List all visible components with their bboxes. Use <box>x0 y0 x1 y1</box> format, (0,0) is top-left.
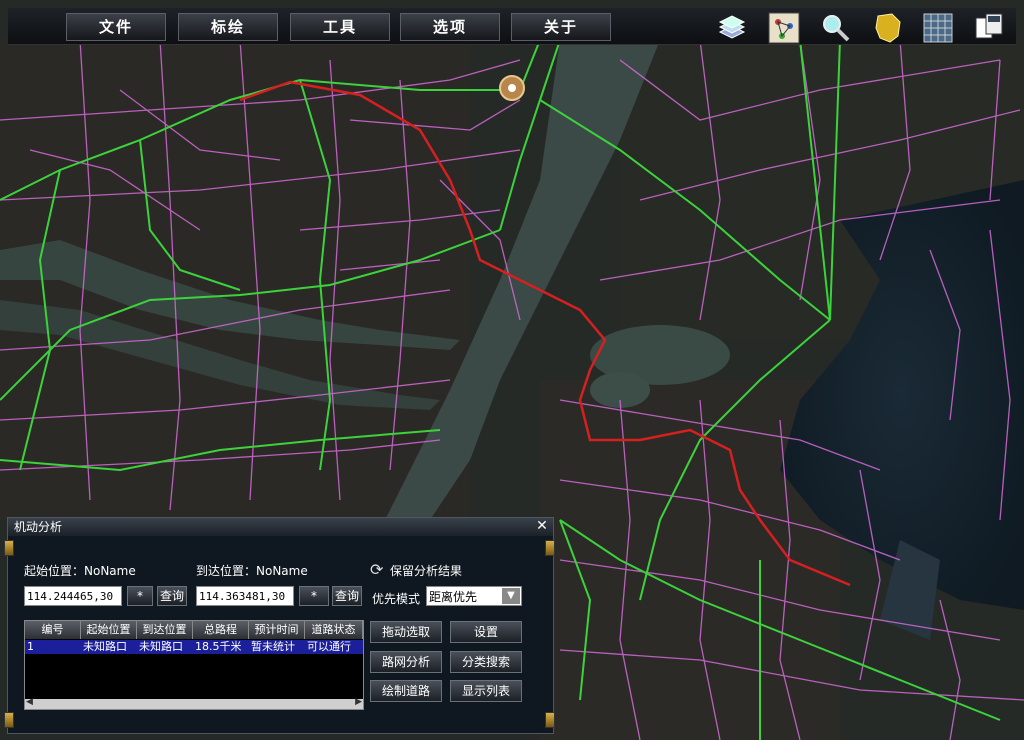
show-list-button[interactable]: 显示列表 <box>450 680 522 702</box>
priority-value: 距离优先 <box>429 590 478 604</box>
pin-icon <box>4 712 14 728</box>
grid-icon[interactable] <box>922 12 954 44</box>
settings-button[interactable]: 设置 <box>450 621 522 643</box>
end-query-button[interactable]: 查询 <box>332 586 362 606</box>
table-cell: 未知路口 <box>83 640 127 653</box>
scroll-right-icon[interactable]: ▶ <box>355 697 362 707</box>
column-header[interactable]: 到达位置 <box>137 621 193 639</box>
column-header[interactable]: 编号 <box>25 621 81 639</box>
menu-file[interactable]: 文件 <box>66 13 166 41</box>
table-cell: 可以通行 <box>307 640 351 653</box>
column-header[interactable]: 总路程 <box>193 621 249 639</box>
category-search-button[interactable]: 分类搜索 <box>450 651 522 673</box>
drag-select-button[interactable]: 拖动选取 <box>370 621 442 643</box>
menu-tools[interactable]: 工具 <box>290 13 390 41</box>
priority-label: 优先模式 <box>372 592 421 606</box>
table-cell: 暂未统计 <box>251 640 295 653</box>
draw-road-button[interactable]: 绘制道路 <box>370 680 442 702</box>
column-header[interactable]: 预计时间 <box>249 621 305 639</box>
keep-result-checkbox[interactable]: 保留分析结果 <box>390 562 462 579</box>
panel-title: 机动分析 <box>8 518 553 536</box>
column-header[interactable]: 起始位置 <box>81 621 137 639</box>
gold-map-icon[interactable] <box>872 12 904 44</box>
pin-icon <box>545 540 555 556</box>
result-table[interactable]: 编号 起始位置 到达位置 总路程 预计时间 道路状态 1 未知路口 未知路口 1… <box>24 620 364 710</box>
top-toolbar: 文件 标绘 工具 选项 关于 <box>8 8 1016 45</box>
analysis-panel: 机动分析 ✕ 起始位置：NoName 到达位置：NoName 114.24446… <box>4 517 555 734</box>
end-coord-input[interactable]: 114.363481,30 <box>196 586 294 606</box>
start-pick-button[interactable]: * <box>127 586 153 606</box>
start-coord-input[interactable]: 114.244465,30 <box>24 586 122 606</box>
menu-options[interactable]: 选项 <box>400 13 500 41</box>
column-header[interactable]: 道路状态 <box>305 621 363 639</box>
refresh-icon: ⟳ <box>370 560 384 579</box>
end-pick-button[interactable]: * <box>299 586 329 606</box>
magnifier-icon[interactable] <box>820 12 852 44</box>
network-icon[interactable] <box>768 12 800 44</box>
menu-about[interactable]: 关于 <box>511 13 611 41</box>
layers-icon[interactable] <box>716 12 748 44</box>
menu-plot[interactable]: 标绘 <box>178 13 278 41</box>
windows-icon[interactable] <box>974 12 1006 44</box>
pin-icon <box>545 712 555 728</box>
chevron-down-icon[interactable]: ▼ <box>502 588 520 604</box>
close-icon[interactable]: ✕ <box>535 519 549 533</box>
pin-icon <box>4 540 14 556</box>
scroll-left-icon[interactable]: ◀ <box>26 697 33 707</box>
table-cell: 未知路口 <box>139 640 183 653</box>
table-cell: 18.5千米 <box>195 640 242 653</box>
start-query-button[interactable]: 查询 <box>157 586 187 606</box>
end-label: 到达位置：NoName <box>196 564 308 578</box>
table-row[interactable]: 1 未知路口 未知路口 18.5千米 暂未统计 可以通行 <box>25 640 363 654</box>
horizontal-scrollbar[interactable]: ◀ ▶ <box>25 697 363 709</box>
network-analysis-button[interactable]: 路网分析 <box>370 651 442 673</box>
table-cell: 1 <box>27 640 34 653</box>
start-label: 起始位置：NoName <box>24 564 136 578</box>
